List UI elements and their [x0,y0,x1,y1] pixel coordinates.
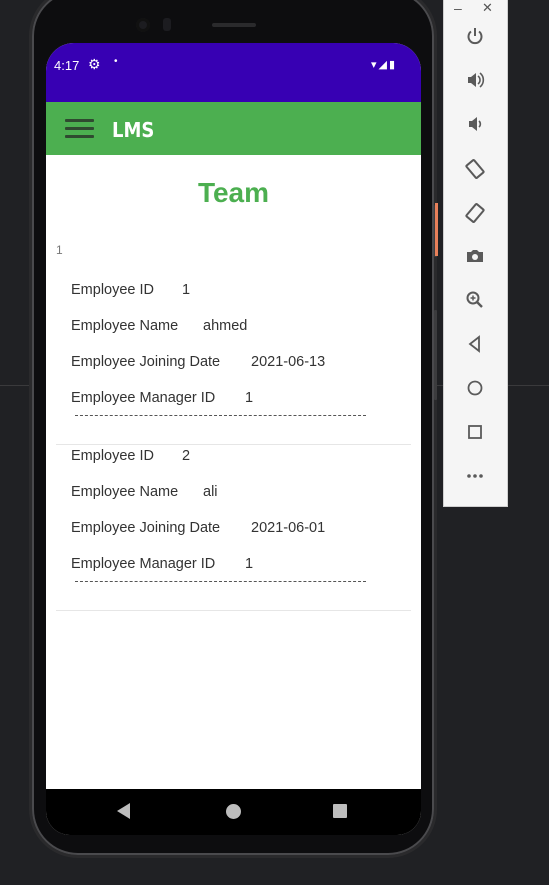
navigation-bar [46,789,421,835]
hamburger-menu-icon[interactable] [65,119,94,139]
front-camera [136,18,150,32]
status-bar: 4:17 ⚙ • ▾◢▮ [46,43,421,102]
employee-manager-label: Employee Manager ID [71,556,216,572]
emulator-control-panel: – ✕ [443,0,508,507]
earpiece-speaker [212,23,256,27]
camera-icon[interactable] [458,246,492,274]
employee-joining-row: Employee Joining Date [71,520,220,536]
employee-name-label: Employee Name [71,318,179,334]
volume-side-button [434,310,437,400]
power-icon[interactable] [458,26,492,54]
dashed-divider [75,415,366,416]
employee-id-value: 1 [182,282,191,298]
status-time: 4:17 [54,58,80,73]
employee-id-label: Employee ID [71,282,155,298]
rotate-left-icon[interactable] [458,158,492,186]
app-title: LMS [112,118,155,142]
signal-battery-icons: ▾◢▮ [371,59,398,71]
employee-id-value: 2 [182,448,191,464]
dashed-divider [75,581,366,582]
nav-recents-icon[interactable] [333,804,347,818]
employee-manager-row: Employee Manager ID [71,556,215,572]
volume-up-icon[interactable] [458,70,492,98]
employee-joining-row: Employee Joining Date [71,354,220,370]
close-icon[interactable]: ✕ [482,0,493,16]
list-item-separator [56,444,411,445]
zoom-icon[interactable] [458,290,492,318]
list-index: 1 [56,243,63,257]
notification-dot-icon: • [114,56,118,67]
minimize-icon[interactable]: – [454,0,462,16]
employee-joining-label: Employee Joining Date [71,520,221,536]
overview-icon[interactable] [458,422,492,450]
home-icon[interactable] [458,378,492,406]
employee-name-value: ahmed [203,318,248,334]
employee-id-label: Employee ID [71,448,155,464]
more-icon[interactable] [458,466,492,494]
employee-id-row: Employee ID [71,448,154,464]
settings-gear-icon: ⚙ [88,56,101,72]
employee-name-row: Employee Name [71,318,178,334]
employee-name-value: ali [203,484,218,500]
employee-name-row: Employee Name [71,484,178,500]
employee-id-row: Employee ID [71,282,154,298]
employee-manager-row: Employee Manager ID [71,390,215,406]
proximity-sensor [163,18,171,31]
app-bar: LMS [46,102,421,155]
nav-back-icon[interactable] [117,803,130,819]
employee-joining-value: 2021-06-13 [251,354,326,370]
back-icon[interactable] [458,334,492,362]
device-screen: 4:17 ⚙ • ▾◢▮ LMS Team 1 Employee ID 1 Em… [46,43,421,835]
employee-manager-label: Employee Manager ID [71,390,216,406]
list-item-separator [56,610,411,611]
employee-manager-value: 1 [245,390,254,406]
volume-down-icon[interactable] [458,114,492,142]
emulator-focus-indicator [435,203,438,256]
employee-manager-value: 1 [245,556,254,572]
rotate-right-icon[interactable] [458,202,492,230]
page-title: Team [197,177,270,208]
nav-home-icon[interactable] [226,804,241,819]
employee-joining-value: 2021-06-01 [251,520,326,536]
employee-joining-label: Employee Joining Date [71,354,221,370]
employee-name-label: Employee Name [71,484,179,500]
